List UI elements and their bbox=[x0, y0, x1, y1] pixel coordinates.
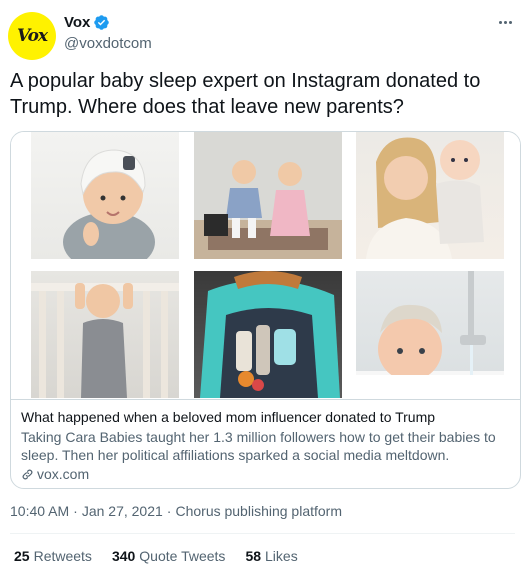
retweets-stat[interactable]: 25 Retweets bbox=[14, 548, 92, 564]
card-domain-text: vox.com bbox=[37, 466, 90, 482]
verified-badge-icon bbox=[94, 15, 110, 30]
card-body[interactable]: What happened when a beloved mom influen… bbox=[11, 399, 520, 488]
tweet-header: Vox Vox @voxdotcom bbox=[8, 8, 517, 60]
diaper-bag-photo bbox=[194, 271, 342, 398]
user-handle[interactable]: @voxdotcom bbox=[64, 35, 152, 52]
tweet-stats: 25 Retweets 340 Quote Tweets 58 Likes bbox=[14, 548, 298, 564]
tweet-date[interactable]: Jan 27, 2021 bbox=[82, 503, 163, 519]
display-name[interactable]: Vox bbox=[64, 14, 90, 31]
mother-and-baby-photo bbox=[356, 132, 504, 259]
name-row: Vox bbox=[64, 14, 110, 31]
tweet-source[interactable]: Chorus publishing platform bbox=[175, 503, 342, 519]
link-icon bbox=[22, 469, 33, 479]
meta-separator: · bbox=[73, 503, 78, 519]
tweet-text: A popular baby sleep expert on Instagram… bbox=[10, 70, 481, 118]
card-title: What happened when a beloved mom influen… bbox=[21, 409, 436, 425]
quote-tweets-count: 340 bbox=[111, 548, 136, 564]
baby-in-crib-photo bbox=[31, 271, 179, 398]
dot bbox=[498, 20, 502, 24]
likes-label: Likes bbox=[265, 548, 298, 564]
likes-stat[interactable]: 58 Likes bbox=[245, 548, 297, 564]
avatar-logo-text: Vox bbox=[16, 26, 48, 46]
link-card[interactable]: What happened when a beloved mom influen… bbox=[10, 131, 521, 489]
more-options-icon[interactable] bbox=[493, 12, 517, 32]
retweets-label: Retweets bbox=[33, 548, 92, 564]
two-toddlers-photo bbox=[194, 132, 342, 259]
divider bbox=[10, 533, 515, 534]
card-domain: vox.com bbox=[21, 465, 510, 483]
dot bbox=[503, 20, 507, 24]
baby-bath-photo bbox=[356, 271, 504, 398]
quote-tweets-label: Quote Tweets bbox=[139, 548, 226, 564]
retweets-count: 25 bbox=[14, 548, 30, 564]
avatar[interactable]: Vox bbox=[8, 12, 56, 60]
tweet-time[interactable]: 10:40 AM bbox=[10, 503, 69, 519]
card-description: Taking Cara Babies taught her 1.3 millio… bbox=[21, 429, 496, 463]
meta-separator: · bbox=[166, 503, 172, 519]
likes-count: 58 bbox=[245, 548, 262, 564]
tweet-meta: 10:40 AM · Jan 27, 2021 · Chorus publish… bbox=[10, 503, 342, 519]
dot bbox=[508, 20, 512, 24]
quote-tweets-stat[interactable]: 340 Quote Tweets bbox=[112, 548, 226, 564]
baby-with-helmet-photo bbox=[31, 132, 179, 259]
card-image-collage[interactable] bbox=[11, 132, 520, 399]
